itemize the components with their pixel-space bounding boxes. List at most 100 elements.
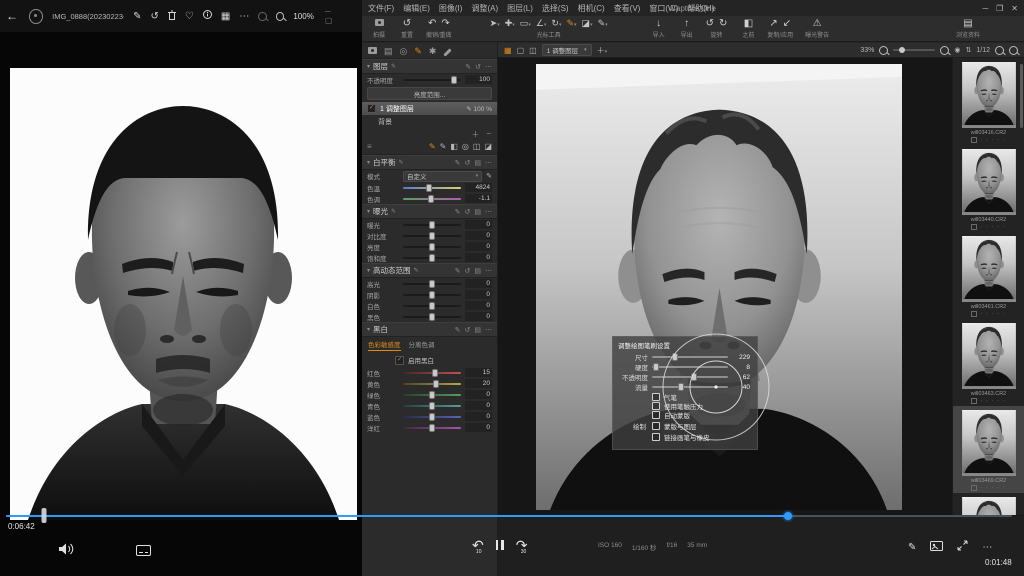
slider-thumb[interactable] xyxy=(428,195,434,203)
more-icon[interactable]: ⋯ xyxy=(239,11,249,22)
sort-filter-icon[interactable]: ⇅ xyxy=(966,46,972,54)
menu-item[interactable]: 编辑(E) xyxy=(403,3,430,14)
tab-settings-icon[interactable] xyxy=(443,46,452,56)
exposure-panel-header[interactable]: ▾ 曝光 ✎ ✎ ↺ ▤ ⋯ xyxy=(362,204,497,219)
slider-thumb[interactable] xyxy=(429,302,435,310)
slider-track[interactable] xyxy=(652,356,728,358)
checkbox[interactable] xyxy=(652,422,660,430)
split-view-icon[interactable]: ◫ xyxy=(529,46,537,55)
tab-split-tones[interactable]: 分离色调 xyxy=(409,339,435,351)
delete-icon[interactable] xyxy=(168,10,176,23)
pick-color-tool-icon[interactable]: ✎▾ xyxy=(598,18,608,29)
slider-thumb[interactable] xyxy=(429,221,435,229)
rating-dots[interactable]: · · · · · xyxy=(980,399,1006,403)
seek-handle[interactable] xyxy=(784,512,792,520)
filmstrip-item[interactable]: will03469.CR2 · · · · · xyxy=(953,406,1024,493)
tab-color-sensitivity[interactable]: 色彩敏感度 xyxy=(368,339,401,351)
mask-pen-icon[interactable]: ✎ xyxy=(440,142,447,151)
slider-track[interactable] xyxy=(403,246,461,248)
tab-lens-icon[interactable]: ◎ xyxy=(400,46,408,56)
panel-preset-icon[interactable]: ▤ xyxy=(474,326,481,334)
browser-toggle-button[interactable]: ▤ 浏览资料 xyxy=(956,18,980,39)
panel-more-icon[interactable]: ⋯ xyxy=(485,267,492,275)
captions-icon[interactable] xyxy=(136,543,151,561)
slider-thumb[interactable] xyxy=(433,380,439,388)
skip-back-button[interactable]: ↶10 xyxy=(472,538,484,552)
rating-dots[interactable]: · · · · · xyxy=(980,486,1006,490)
slider-track[interactable] xyxy=(403,198,461,200)
picture-card-icon[interactable] xyxy=(930,541,943,554)
copy-apply-group[interactable]: ↗ ↙ 复制/应用 xyxy=(767,18,793,39)
proof-eye-icon[interactable]: ◉ xyxy=(954,46,960,54)
rating-dots[interactable]: · · · · · xyxy=(980,138,1006,142)
panel-preset-icon[interactable]: ▤ xyxy=(474,267,481,275)
tab-library-icon[interactable]: ▤ xyxy=(384,46,393,56)
add-layer-icon[interactable]: ＋ xyxy=(471,129,479,140)
capture-button[interactable]: 拍摄 xyxy=(370,18,388,39)
panel-more-icon[interactable]: ⋯ xyxy=(485,63,492,71)
slider-thumb[interactable] xyxy=(429,280,435,288)
slider-thumb[interactable] xyxy=(429,243,435,251)
slider-thumb[interactable] xyxy=(691,373,697,381)
mask-brush-icon[interactable]: ✎ xyxy=(429,142,436,151)
slider-thumb[interactable] xyxy=(429,424,435,432)
player-window-buttons[interactable]: ─ ▢ xyxy=(325,7,356,25)
menu-item[interactable]: 图像(I) xyxy=(439,3,463,14)
rating-dots[interactable]: · · · · · xyxy=(980,312,1006,316)
slider-thumb[interactable] xyxy=(429,232,435,240)
remove-layer-icon[interactable]: − xyxy=(486,129,491,140)
tab-styles-icon[interactable]: ✱ xyxy=(429,46,437,56)
rotate-group[interactable]: ↺ ↻ 旋转 xyxy=(706,18,728,39)
layers-panel-header[interactable]: ▾ 图层 ✎ ✎ ↺ ⋯ xyxy=(362,59,497,74)
panel-reset-icon[interactable]: ↺ xyxy=(475,63,481,71)
thumbnail-checkbox[interactable] xyxy=(971,224,977,230)
volume-icon[interactable] xyxy=(58,542,74,560)
thumbnail-checkbox[interactable] xyxy=(971,311,977,317)
back-icon[interactable]: ← xyxy=(6,9,18,23)
panel-more-icon[interactable]: ⋯ xyxy=(485,326,492,334)
slider-track[interactable] xyxy=(403,283,461,285)
filmstrip-item[interactable]: will03461.CR2 · · · · · xyxy=(953,232,1024,319)
zoom-out-icon[interactable] xyxy=(879,46,888,55)
slider-thumb[interactable] xyxy=(432,369,438,377)
seek-bar[interactable] xyxy=(6,515,1012,518)
slider-track[interactable] xyxy=(403,305,461,307)
slider-thumb[interactable] xyxy=(672,353,678,361)
slider-track[interactable] xyxy=(403,383,461,385)
checkbox[interactable] xyxy=(652,433,660,441)
thumbnail-checkbox[interactable] xyxy=(971,485,977,491)
menu-item[interactable]: 文件(F) xyxy=(368,3,394,14)
filmstrip-scrollbar[interactable] xyxy=(1020,64,1023,128)
window-controls[interactable]: ─ ❐ ✕ xyxy=(982,4,1018,13)
slider-track[interactable] xyxy=(403,394,461,396)
slider-thumb[interactable] xyxy=(429,391,435,399)
checkbox[interactable] xyxy=(652,393,660,401)
trim-edit-icon[interactable]: ✎ xyxy=(908,542,916,553)
pan-tool-icon[interactable]: ✚▾ xyxy=(505,18,515,29)
panel-more-icon[interactable]: ⋯ xyxy=(485,208,492,216)
variant-selector[interactable]: 1 调整图层▾ xyxy=(542,44,592,56)
bw-panel-header[interactable]: ▾ 黑白 ✎ ↺ ▤ ⋯ xyxy=(362,322,497,337)
erase-mask-tool-icon[interactable]: ◪▾ xyxy=(582,18,593,29)
filmstrip-item[interactable]: will03440.CR2 · · · · · xyxy=(953,145,1024,232)
enable-bw-checkbox[interactable]: ✓ xyxy=(395,356,404,365)
exposure-warning-button[interactable]: ⚠ 曝光警告 xyxy=(805,18,829,39)
filmstrip-item[interactable]: will03416.CR2 · · · · · xyxy=(953,58,1024,145)
viewer-canvas[interactable]: 调整绘图笔刷设置 尺寸 229 xyxy=(498,58,952,515)
checkbox[interactable] xyxy=(652,411,660,419)
search-icon[interactable] xyxy=(995,46,1004,55)
mask-erase-icon[interactable]: ◪ xyxy=(484,142,492,151)
slider-track[interactable] xyxy=(403,316,461,318)
opacity-slider[interactable] xyxy=(403,79,461,81)
panel-brush-icon[interactable]: ✎ xyxy=(465,63,471,71)
filter-search-icon[interactable] xyxy=(1009,46,1018,55)
slider-track[interactable] xyxy=(403,372,461,374)
slider-thumb[interactable] xyxy=(429,413,435,421)
fullscreen-icon[interactable] xyxy=(957,540,968,554)
slider-track[interactable] xyxy=(403,257,461,259)
scale-icon[interactable]: ≡ xyxy=(367,142,372,151)
single-view-icon[interactable]: ▢ xyxy=(517,46,525,55)
mask-gradient-icon[interactable]: ◧ xyxy=(450,142,458,151)
tab-capture-icon[interactable] xyxy=(368,46,377,56)
skip-forward-button[interactable]: ↷30 xyxy=(516,538,528,552)
